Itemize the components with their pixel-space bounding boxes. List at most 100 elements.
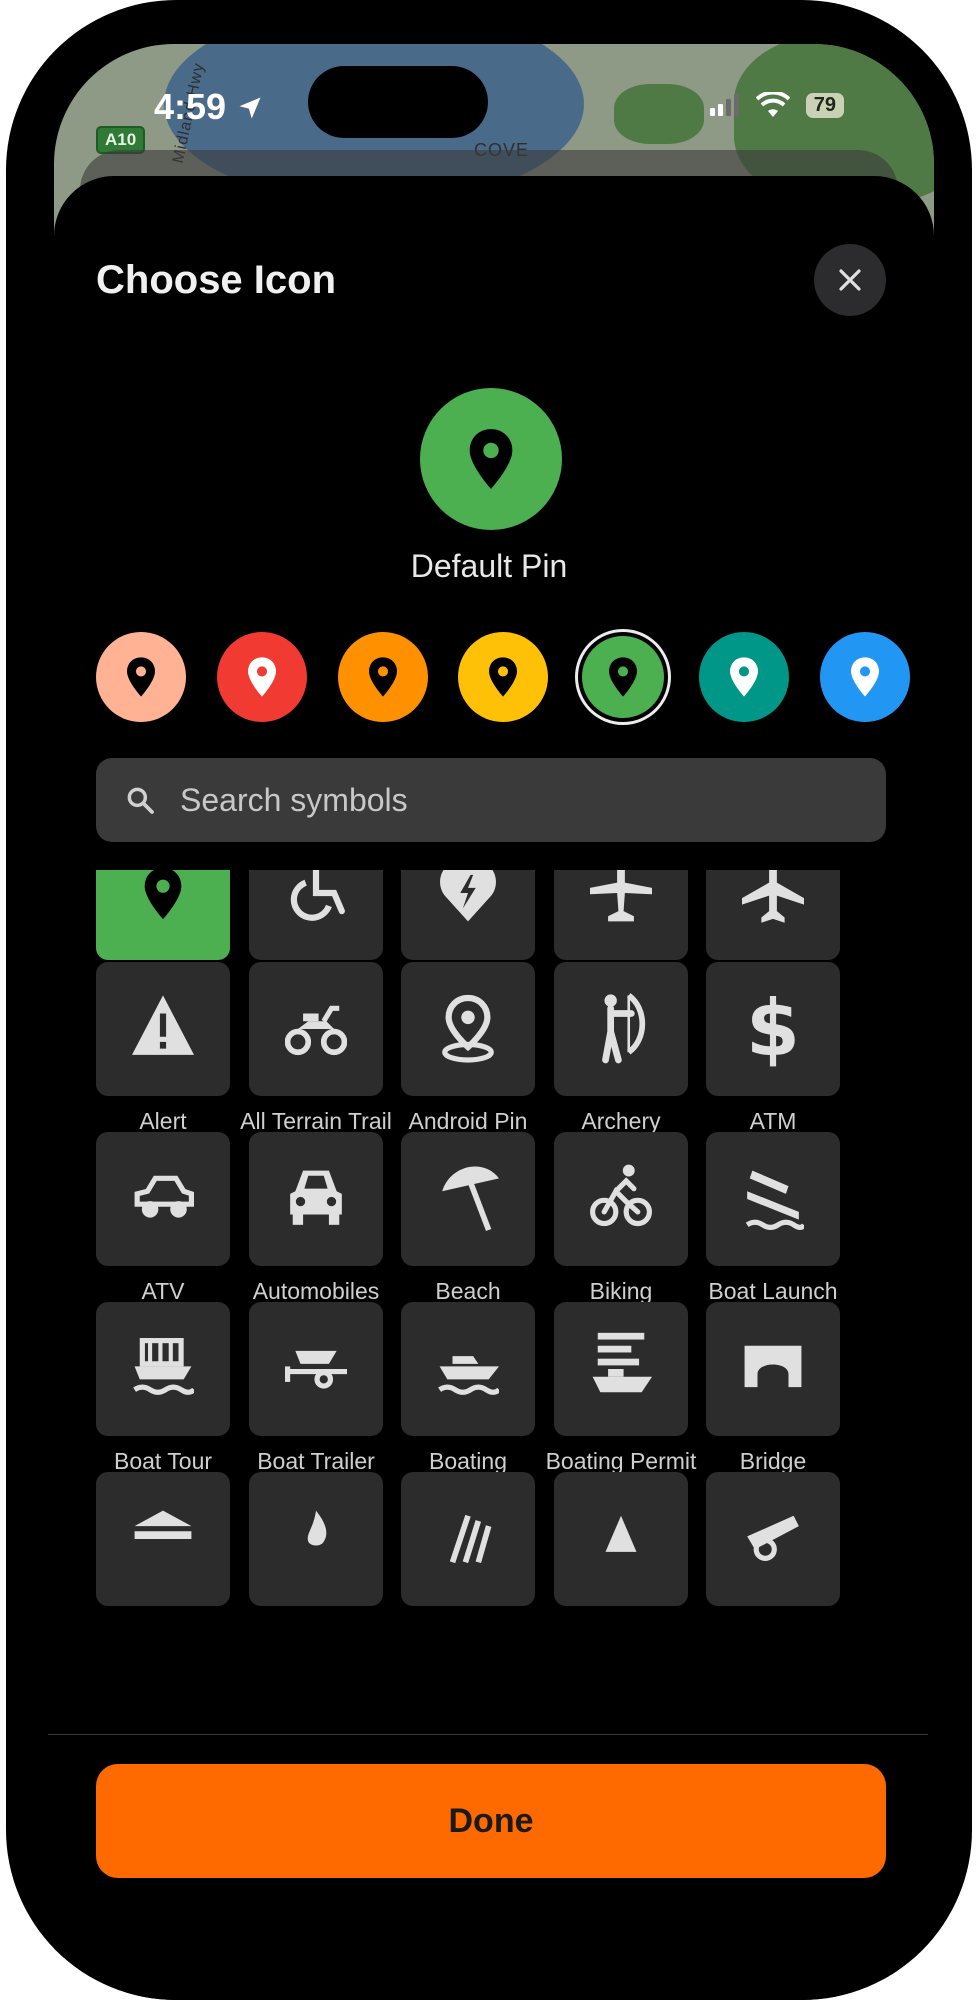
- symbol-tile[interactable]: [401, 1132, 535, 1266]
- color-swatch-teal[interactable]: [699, 632, 789, 722]
- symbol-tile[interactable]: [706, 1132, 840, 1266]
- symbol-tile[interactable]: [96, 1132, 230, 1266]
- pin-icon: [609, 657, 637, 697]
- boat-icon: [438, 1356, 499, 1395]
- pin-icon: [730, 657, 758, 697]
- quad-bike-icon: [285, 1005, 347, 1056]
- search-bar[interactable]: [96, 758, 886, 842]
- symbol-tile[interactable]: [249, 1472, 383, 1606]
- pin-icon: [489, 657, 517, 697]
- pin-icon: [248, 657, 276, 697]
- pin-icon: [369, 657, 397, 697]
- done-button[interactable]: Done: [96, 1764, 886, 1878]
- symbol-item[interactable]: Android Pin: [401, 962, 535, 1135]
- tent-icon: [605, 1515, 637, 1552]
- wifi-icon: [755, 92, 790, 117]
- boat-launch-icon: [745, 1170, 804, 1230]
- symbol-tile[interactable]: [96, 870, 230, 960]
- symbol-tile[interactable]: [554, 962, 688, 1096]
- warning-icon: [132, 995, 194, 1055]
- color-swatch-yellow[interactable]: [458, 632, 548, 722]
- symbol-item[interactable]: Alert: [96, 962, 230, 1135]
- symbol-item[interactable]: Automobiles: [249, 1132, 383, 1305]
- symbol-tile[interactable]: [401, 870, 535, 960]
- atv-icon: [134, 1175, 194, 1218]
- symbol-item[interactable]: [554, 1472, 688, 1618]
- symbol-tile[interactable]: [249, 1302, 383, 1436]
- symbol-tile[interactable]: [401, 1472, 535, 1606]
- symbol-label: Boat Tour: [113, 1448, 213, 1474]
- symbol-tile[interactable]: [96, 1472, 230, 1606]
- airplane-icon: [742, 870, 804, 923]
- symbol-item[interactable]: Beach: [401, 1132, 535, 1305]
- close-button[interactable]: [814, 244, 886, 316]
- boat-permit-icon: [592, 1332, 652, 1393]
- symbol-tile[interactable]: [249, 962, 383, 1096]
- wheelchair-icon: [290, 870, 345, 921]
- symbol-label: All Terrain Trail: [240, 1108, 392, 1134]
- archer-icon: [602, 993, 645, 1064]
- symbol-tile[interactable]: [401, 1302, 535, 1436]
- symbol-item[interactable]: Archery: [554, 962, 688, 1135]
- battery-indicator: 79: [805, 92, 844, 118]
- heart-bolt-icon: [440, 870, 496, 922]
- symbol-label: Archery: [581, 1108, 661, 1134]
- pin-icon: [127, 657, 155, 697]
- color-swatch-peach[interactable]: [96, 632, 186, 722]
- symbol-label: Boat Launch: [708, 1278, 838, 1304]
- symbol-label: Android Pin: [408, 1108, 528, 1134]
- status-indicators: 79: [709, 92, 844, 118]
- symbol-label: ATV: [141, 1278, 185, 1304]
- symbol-label: Boating: [428, 1448, 507, 1474]
- pin-icon: [469, 429, 513, 489]
- symbol-tile[interactable]: [249, 1132, 383, 1266]
- ferry-icon: [133, 1338, 194, 1395]
- symbol-item[interactable]: Boating: [401, 1302, 535, 1475]
- cannon-icon: [747, 1515, 799, 1561]
- color-swatch-green[interactable]: [578, 632, 668, 722]
- airfield-icon: [590, 870, 652, 922]
- symbol-item[interactable]: Boat Launch: [706, 1132, 840, 1305]
- symbol-tile[interactable]: [706, 1302, 840, 1436]
- color-swatch-blue[interactable]: [820, 632, 910, 722]
- symbol-tile[interactable]: [401, 962, 535, 1096]
- symbol-tile[interactable]: [554, 1472, 688, 1606]
- bicycle-icon: [590, 1164, 652, 1227]
- symbol-item[interactable]: All Terrain Trail: [240, 962, 392, 1135]
- footer-divider: [48, 1734, 928, 1735]
- symbol-item[interactable]: Biking: [554, 1132, 688, 1305]
- preview-pin: [420, 388, 562, 530]
- symbol-item[interactable]: Boat Tour: [96, 1302, 230, 1475]
- symbol-tile[interactable]: [96, 962, 230, 1096]
- symbol-tile[interactable]: [96, 1302, 230, 1436]
- preview-label: Default Pin: [410, 548, 568, 584]
- symbol-tile[interactable]: [706, 870, 840, 960]
- symbol-item[interactable]: [96, 1472, 230, 1618]
- symbol-tile[interactable]: $: [706, 962, 840, 1096]
- symbol-item[interactable]: ATV: [96, 1132, 230, 1305]
- search-input[interactable]: [178, 780, 832, 820]
- symbol-item[interactable]: Bridge: [706, 1302, 840, 1475]
- symbol-tile[interactable]: [554, 1132, 688, 1266]
- symbol-tile[interactable]: [554, 1302, 688, 1436]
- symbol-item[interactable]: $ ATM: [706, 962, 840, 1135]
- car-icon: [290, 1170, 342, 1225]
- color-swatch-orange[interactable]: [338, 632, 428, 722]
- symbol-item[interactable]: Boating Permit: [546, 1302, 696, 1475]
- map-park: [614, 84, 704, 144]
- symbol-item[interactable]: [706, 1472, 840, 1618]
- search-icon: [124, 783, 158, 817]
- symbol-label: Bridge: [739, 1448, 807, 1474]
- location-arrow-icon: [239, 97, 261, 119]
- symbol-tile[interactable]: [554, 870, 688, 960]
- symbol-item[interactable]: [249, 1472, 383, 1618]
- umbrella-icon: [442, 1166, 499, 1232]
- location-pin-icon: [442, 994, 494, 1063]
- symbol-item[interactable]: [401, 1472, 535, 1618]
- sheet-title: Choose Icon: [96, 258, 337, 302]
- close-icon: [839, 269, 861, 291]
- color-swatch-red[interactable]: [217, 632, 307, 722]
- symbol-tile[interactable]: [249, 870, 383, 960]
- symbol-tile[interactable]: [706, 1472, 840, 1606]
- symbol-label: Automobiles: [252, 1278, 380, 1304]
